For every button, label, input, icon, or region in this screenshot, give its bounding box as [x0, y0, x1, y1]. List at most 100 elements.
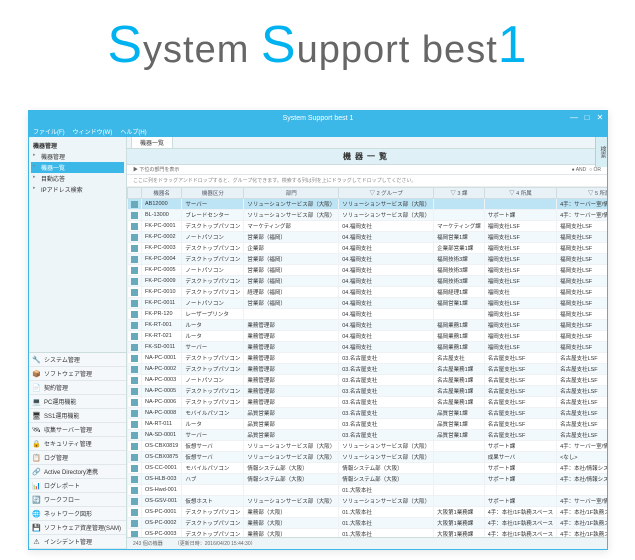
table-row[interactable]: OS-PC-0003デスクトップパソコン業務部（大阪）01.大阪本社大阪第1業務… [128, 529, 608, 538]
cell: ソリューションサービス部（大阪） [339, 199, 434, 210]
column-header[interactable]: ▽ 5 所属2 [557, 188, 607, 199]
table-row[interactable]: FK-RT-021ルータ業務管理部04.福岡支社福岡業務1課福岡支社LSF福岡支… [128, 331, 608, 342]
tab-devices[interactable]: 機器一覧 [131, 137, 173, 148]
cell: 福岡支社LSF [557, 276, 607, 287]
table-row[interactable]: FK-PC-0004デスクトップパソコン営業部（福岡）04.福岡支社福岡技術3課… [128, 254, 608, 265]
cell: 名古屋支社LSF [557, 408, 607, 419]
cell: 福岡支社LSF [557, 309, 607, 320]
table-row[interactable]: FK-PC-0005ノートパソコン営業部（福岡）04.福岡支社福岡技術3課福岡支… [128, 265, 608, 276]
cell [128, 474, 142, 485]
cell: BL-13000 [142, 210, 182, 221]
column-header[interactable]: 部門 [244, 188, 339, 199]
cell: 仮想サーバ [182, 441, 244, 452]
cell: 業務部（大阪） [244, 507, 339, 518]
table-row[interactable]: NA-PC-0002デスクトップパソコン業務管理部03.名古屋支社名古屋業務1課… [128, 364, 608, 375]
sidenav-item[interactable]: 🖥SS1運用機能 [29, 409, 126, 423]
table-row[interactable]: NA-PC-0003ノートパソコン業務管理部03.名古屋支社名古屋業務1課名古屋… [128, 375, 608, 386]
table-row[interactable]: OS-Hwd-00101.大阪本社 [128, 485, 608, 496]
right-search-tab[interactable]: 検索 [595, 137, 607, 167]
table-row[interactable]: OS-PC-0001デスクトップパソコン業務部（大阪）01.大阪本社大阪第1業務… [128, 507, 608, 518]
sidenav-item[interactable]: 🔄ワークフロー [29, 493, 126, 507]
menu-item[interactable]: ヘルプ(H) [120, 127, 146, 136]
tree-item[interactable]: IPアドレス検索 [31, 184, 124, 195]
row-icon [131, 388, 138, 395]
cell: 福岡支社LSF [557, 265, 607, 276]
cell: FK-PC-0009 [142, 276, 182, 287]
table-row[interactable]: NA-PC-0005デスクトップパソコン業務管理部03.名古屋支社名古屋業務1課… [128, 386, 608, 397]
tree-item[interactable]: 機器一覧 [31, 162, 124, 173]
table-row[interactable]: NA-PC-0001デスクトップパソコン業務管理部03.名古屋支社名古屋支社名古… [128, 353, 608, 364]
column-header[interactable]: ▽ 2 グループ [339, 188, 434, 199]
cell: OS-CC-0001 [142, 463, 182, 474]
table-row[interactable]: FK-RT-001ルータ業務管理部04.福岡支社福岡業務1課福岡支社LSF福岡支… [128, 320, 608, 331]
cell: OS-Hwd-001 [142, 485, 182, 496]
table-row[interactable]: FK-PC-0003デスクトップパソコン企業部04.福岡支社企業部営業1課福岡支… [128, 243, 608, 254]
column-header[interactable] [128, 188, 142, 199]
sidenav-item[interactable]: 💻PC運用機能 [29, 395, 126, 409]
table-row[interactable]: FK-PC-0010デスクトップパソコン経理部（福岡）04.福岡支社福岡経理1課… [128, 287, 608, 298]
table-row[interactable]: FK-PC-0001デスクトップパソコンマーケティング部04.福岡支社マーケティ… [128, 221, 608, 232]
table-row[interactable]: NA-PC-0006デスクトップパソコン業務管理部03.名古屋支社名古屋業務1課… [128, 397, 608, 408]
table-row[interactable]: FK-SD-0011サーバー業務管理部04.福岡支社福岡業務1課福岡支社LSF福… [128, 342, 608, 353]
table-row[interactable]: FK-PC-0002ノートパソコン営業部（福岡）04.福岡支社福岡営業1課福岡支… [128, 232, 608, 243]
cell [128, 221, 142, 232]
sidenav-item[interactable]: 💾ソフトウェア資産管理(SAM) [29, 521, 126, 535]
filter-or[interactable]: ○ OR [589, 167, 601, 173]
module-icon: 🖥 [32, 411, 41, 420]
cell: 4手：本社/1F執務スペース [484, 507, 556, 518]
table-row[interactable]: NA-RT-011ルータ品質営業部03.名古屋支社品質営業1課名古屋支社LSF名… [128, 419, 608, 430]
min-button[interactable]: — [569, 112, 579, 122]
device-grid[interactable]: 機器名機器区分部門▽ 2 グループ▽ 3 課▽ 4 所属▽ 5 所属2管理権限▽… [127, 187, 607, 537]
table-row[interactable]: OS-PC-0002デスクトップパソコン業務部（大阪）01.大阪本社大阪第1業務… [128, 518, 608, 529]
table-row[interactable]: FK-PC-0011ノートパソコン営業部（福岡）04.福岡支社福岡営業1課福岡支… [128, 298, 608, 309]
column-header[interactable]: 機器区分 [182, 188, 244, 199]
table-row[interactable]: OS-CBX0819仮想サーバソリューションサービス部（大阪）ソリューションサー… [128, 441, 608, 452]
column-header[interactable]: ▽ 4 所属 [484, 188, 556, 199]
sidenav-item[interactable]: 📋ログ管理 [29, 451, 126, 465]
sidenav-item[interactable]: 🔧システム管理 [29, 353, 126, 367]
table-row[interactable]: NA-PC-0008モバイルパソコン品質営業部03.名古屋支社品質営業1課名古屋… [128, 408, 608, 419]
cell: 03.名古屋支社 [339, 397, 434, 408]
sidebar: 機器管理 機器管理機器一覧目動応答IPアドレス検索 🔧システム管理📦ソフトウェア… [29, 137, 127, 549]
filter-and[interactable]: ● AND [572, 167, 587, 173]
status-bar: 243 個の機器 （更新日時：2016/04/20 15:44:30） [127, 537, 607, 549]
module-icon: 💻 [32, 397, 41, 406]
sidenav-item[interactable]: 📊ログレポート [29, 479, 126, 493]
table-row[interactable]: NA-SD-0001サーバー品質営業部03.名古屋支社品質営業1課名古屋支社LS… [128, 430, 608, 441]
tree-item[interactable]: 機器管理 [31, 151, 124, 162]
cell [128, 331, 142, 342]
column-header[interactable]: ▽ 3 課 [434, 188, 485, 199]
cell: 業務管理部 [244, 331, 339, 342]
row-icon [131, 300, 138, 307]
sidenav-item[interactable]: 🔒セキュリティ管理 [29, 437, 126, 451]
tree-root[interactable]: 機器管理 [31, 140, 124, 151]
table-row[interactable]: OS-CBX0875仮想サーバソリューションサービス部（大阪）ソリューションサー… [128, 452, 608, 463]
tree-item[interactable]: 目動応答 [31, 173, 124, 184]
sidenav-item[interactable]: ⚠インシデント管理 [29, 535, 126, 549]
column-header[interactable]: 機器名 [142, 188, 182, 199]
sidenav-item[interactable]: 📦ソフトウェア管理 [29, 367, 126, 381]
table-row[interactable]: AB12000サーバーソリューションサービス部（大阪）ソリューションサービス部（… [128, 199, 608, 210]
sidenav-item[interactable]: 🌐ネットワーク図形 [29, 507, 126, 521]
show-subdept[interactable]: ▶ 下位の部門を表示 [133, 166, 179, 173]
max-button[interactable]: □ [582, 112, 592, 122]
table-row[interactable]: OS-CC-0001モバイルパソコン情報システム部（大阪）情報システム部（大阪）… [128, 463, 608, 474]
side-modules: 🔧システム管理📦ソフトウェア管理📄契約管理💻PC運用機能🖥SS1運用機能🛰収集サ… [29, 352, 126, 549]
table-row[interactable]: BL-13000ブレードセンターソリューションサービス部（大阪）ソリューションサ… [128, 210, 608, 221]
table-row[interactable]: OS-GSV-001仮想ホストソリューションサービス部（大阪）ソリューションサー… [128, 496, 608, 507]
cell: 福岡業務1課 [434, 342, 485, 353]
cell: 福岡営業1課 [434, 298, 485, 309]
close-button[interactable]: ✕ [595, 112, 605, 122]
cell: 福岡業務1課 [434, 331, 485, 342]
cell: 情報システム部（大阪） [244, 463, 339, 474]
cell: 業務部（大阪） [244, 529, 339, 538]
row-icon [131, 377, 138, 384]
table-row[interactable]: OS-HLB-003ハブ情報システム部（大阪）情報システム部（大阪）サポート課4… [128, 474, 608, 485]
table-row[interactable]: FK-PC-0009デスクトップパソコン営業部（福岡）04.福岡支社福岡技術3課… [128, 276, 608, 287]
menu-item[interactable]: ウィンドウ(W) [73, 127, 113, 136]
table-row[interactable]: FK-PR-120レーザープリンタ04.福岡支社福岡支社LSF福岡支社LSF [128, 309, 608, 320]
sidenav-item[interactable]: 🛰収集サーバー管理 [29, 423, 126, 437]
sidenav-item[interactable]: 🔗Active Directory連携 [29, 465, 126, 479]
sidenav-item[interactable]: 📄契約管理 [29, 381, 126, 395]
menu-item[interactable]: ファイル(F) [33, 127, 65, 136]
